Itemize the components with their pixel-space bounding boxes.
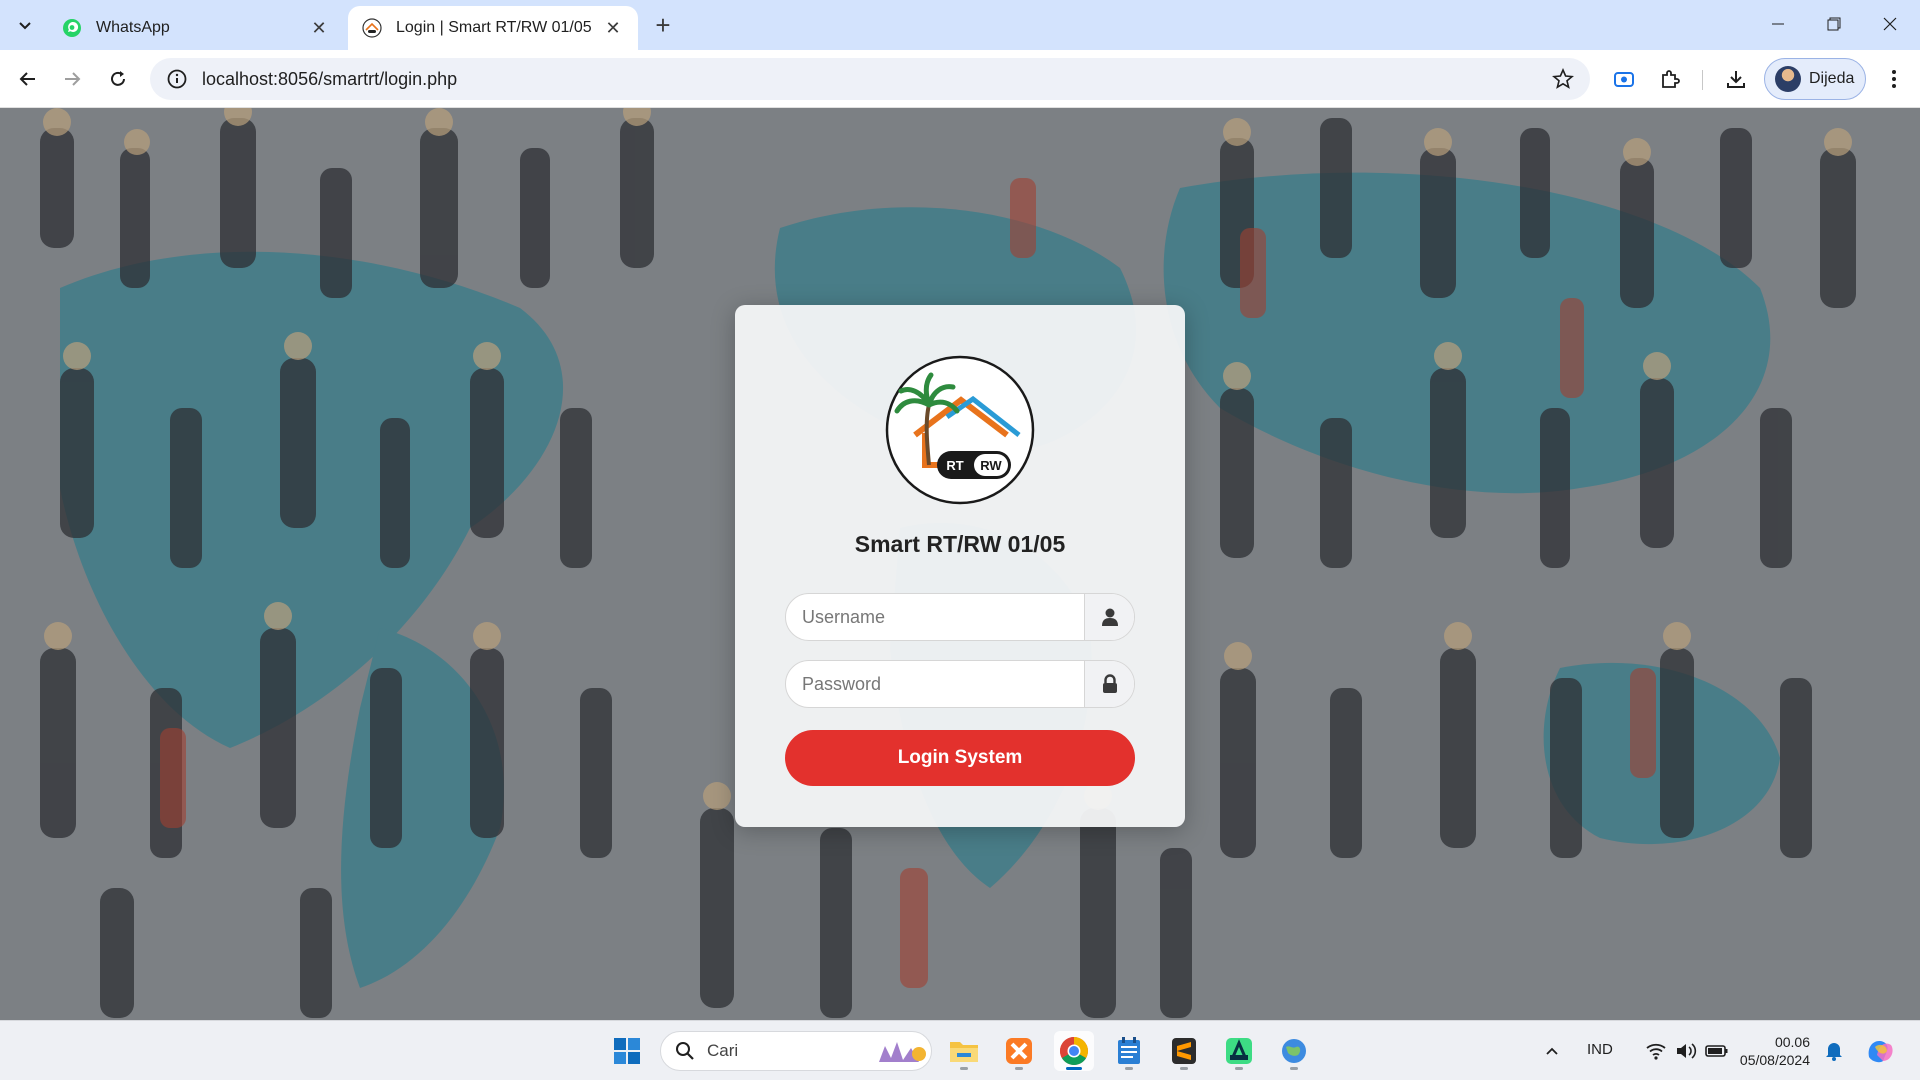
taskbar-android-studio[interactable] [1219,1031,1259,1071]
profile-button[interactable]: Dijeda [1764,58,1866,100]
extensions-button[interactable] [1652,61,1688,97]
arrow-left-icon [19,72,35,86]
back-button[interactable] [10,61,46,97]
tab-whatsapp[interactable]: WhatsApp ✕ [48,6,344,50]
profile-name: Dijeda [1809,70,1855,87]
smart-rtrw-logo: RT RW [885,355,1035,505]
xampp-icon [1006,1038,1032,1064]
browser-toolbar: localhost:8056/smartrt/login.php Dijeda [0,50,1920,108]
minimize-icon [1772,23,1784,25]
windows-start-icon [614,1038,640,1064]
username-input[interactable] [786,594,1084,640]
close-window-button[interactable] [1862,0,1918,48]
new-tab-button[interactable]: + [648,10,678,40]
user-icon [1084,594,1134,640]
chrome-icon [1060,1037,1088,1065]
file-explorer-icon [950,1042,978,1062]
taskbar-file-explorer[interactable] [944,1031,984,1071]
copilot-button[interactable] [1860,1031,1900,1071]
close-icon [1883,17,1897,31]
login-card: RT RW Smart RT/RW 01/05 Login System [735,305,1185,827]
tab-title: Login | Smart RT/RW 01/05 [396,19,592,36]
password-field-group [785,660,1135,708]
tray-overflow-button[interactable] [1532,1031,1572,1071]
more-vertical-icon [1892,70,1896,88]
toolbar-divider [1702,70,1703,90]
vpn-globe-icon [1282,1039,1306,1063]
login-page: RT RW Smart RT/RW 01/05 Login System [0,108,1920,1020]
whatsapp-icon [63,19,81,37]
taskbar-chrome[interactable] [1054,1031,1094,1071]
clock-time: 00.06 [1774,1034,1810,1050]
restore-button[interactable] [1806,0,1862,48]
puzzle-icon [1662,70,1680,88]
address-bar[interactable]: localhost:8056/smartrt/login.php [150,58,1590,100]
tab-login[interactable]: Login | Smart RT/RW 01/05 ✕ [348,6,638,50]
copilot-icon [1868,1041,1893,1063]
taskbar-xampp[interactable] [999,1031,1039,1071]
browser-tab-strip: WhatsApp ✕ Login | Smart RT/RW 01/05 ✕ + [0,0,1920,50]
close-tab-icon[interactable]: ✕ [602,17,624,39]
restore-icon [1827,17,1841,31]
app-title: Smart RT/RW 01/05 [854,531,1066,557]
sublime-text-icon [1172,1038,1196,1064]
taskbar-vpn[interactable] [1274,1031,1314,1071]
avatar [1775,66,1801,92]
search-icon [676,1042,694,1060]
language-indicator[interactable]: IND [1587,1041,1613,1058]
taskbar-sublime[interactable] [1164,1031,1204,1071]
reload-icon [111,71,125,86]
menu-button[interactable] [1876,61,1912,97]
arrow-right-icon [65,72,81,86]
minimize-button[interactable] [1750,0,1806,48]
site-favicon [362,18,382,38]
system-clock[interactable]: 00.06 05/08/2024 [1720,1033,1810,1069]
lock-icon [1084,661,1134,707]
search-highlight-icon [879,1042,926,1062]
reload-button[interactable] [100,61,136,97]
close-tab-icon[interactable]: ✕ [308,17,330,39]
windows-taskbar: Cari IND 00.06 05/08/2024 [0,1020,1920,1080]
android-studio-icon [1226,1038,1252,1064]
notifications-button[interactable] [1816,1031,1852,1071]
notepad-icon [1118,1037,1140,1064]
forward-button[interactable] [54,61,90,97]
chevron-up-icon [1546,1047,1558,1055]
logo-rw-text: RW [980,458,1002,473]
wifi-icon [1646,1043,1666,1060]
username-field-group [785,593,1135,641]
downloads-button[interactable] [1718,61,1754,97]
screencast-button[interactable] [1606,61,1642,97]
camera-icon [1614,72,1634,87]
taskbar-notepad[interactable] [1109,1031,1149,1071]
tab-title: WhatsApp [96,19,170,36]
login-button[interactable]: Login System [785,730,1135,786]
password-input[interactable] [786,661,1084,707]
tab-search-button[interactable] [8,8,42,42]
clock-date: 05/08/2024 [1739,1052,1810,1068]
download-icon [1727,71,1745,88]
logo-rt-text: RT [946,458,963,473]
taskbar-search[interactable]: Cari [660,1031,932,1071]
volume-icon [1677,1043,1697,1059]
bookmark-star-icon[interactable] [1550,66,1576,92]
url-text[interactable]: localhost:8056/smartrt/login.php [202,69,1550,90]
chevron-down-icon [19,22,31,30]
bell-icon [1826,1043,1842,1061]
start-button[interactable] [607,1031,647,1071]
site-info-icon[interactable] [166,68,188,90]
search-placeholder: Cari [707,1041,739,1060]
